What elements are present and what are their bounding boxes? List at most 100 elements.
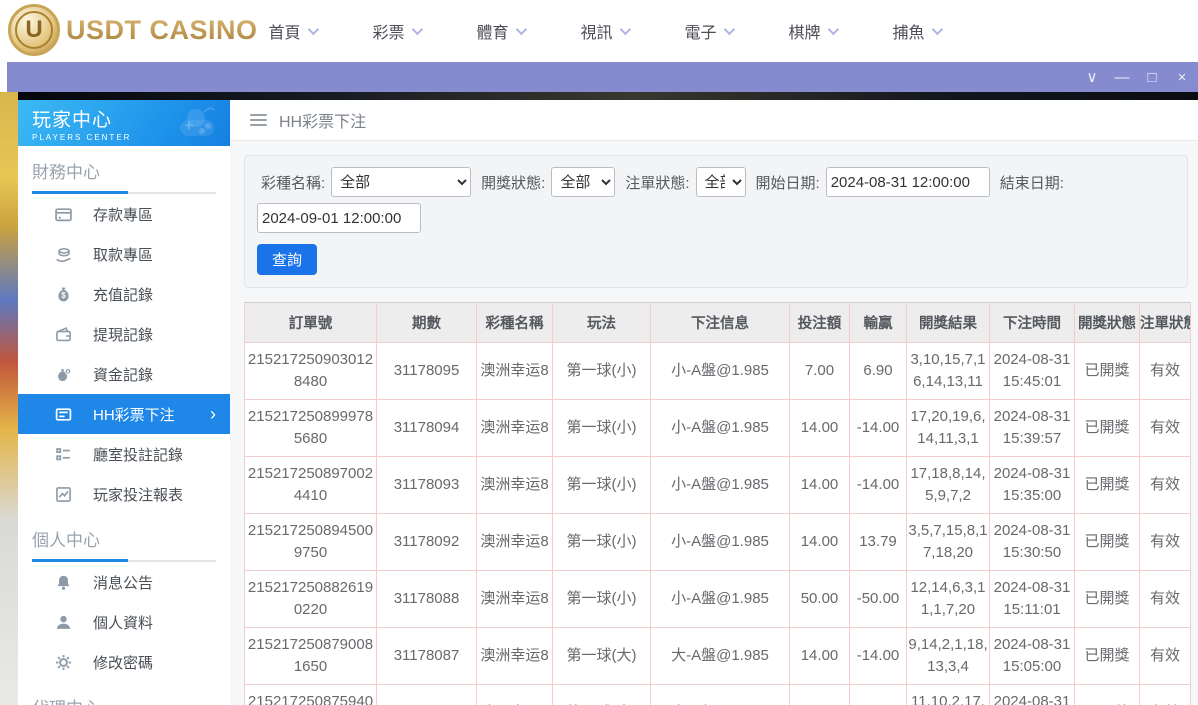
nav-item-label: 彩票 <box>372 25 405 42</box>
sidebar-section-2: 代理中心 <box>18 682 230 705</box>
main-content: HH彩票下注 彩種名稱:全部開獎狀態:全部注單狀態:全部開始日期:結束日期: 查… <box>230 100 1198 705</box>
table-row: 2152172508790081650 31178087 澳洲幸运8 第一球(大) 大-… <box>244 627 1191 685</box>
table-cell: -14.00 <box>849 399 907 457</box>
nav-item-0[interactable]: 首頁 <box>240 19 344 43</box>
recharge-bag-icon: $ <box>55 286 72 303</box>
sidebar-item-label: 充值記錄 <box>93 286 154 304</box>
lottery-bet-icon <box>55 406 72 423</box>
sidebar-item-label: 玩家投注報表 <box>93 486 184 504</box>
table-cell: 2024-08-31 15:11:01 <box>989 570 1075 628</box>
sidebar-item[interactable]: 廳室投註記錄 <box>18 434 230 474</box>
filter-control-wrap-0: 全部 <box>331 167 472 197</box>
table-column-header: 彩種名稱 <box>476 302 553 343</box>
sidebar-item[interactable]: 提現記錄 <box>18 314 230 354</box>
filter-control-wrap-2: 全部 <box>695 167 746 197</box>
sidebar-item-label: 修改密碼 <box>93 654 154 672</box>
filter-label-3: 開始日期: <box>755 174 820 192</box>
sidebar-item-label: HH彩票下注 <box>93 406 175 424</box>
brand[interactable]: U USDT CASINO <box>8 4 258 56</box>
table-row: 215217250875940591031178086澳洲幸运8第一球(大)大-… <box>244 684 1191 705</box>
sidebar-item[interactable]: $ 充值記錄 <box>18 274 230 314</box>
table-cell: 13.79 <box>849 684 907 705</box>
report-icon <box>55 486 72 503</box>
filter-select-0[interactable]: 全部 <box>331 167 472 197</box>
table-column-header: 下注時間 <box>989 302 1075 343</box>
table-cell: 第一球(小) <box>552 399 651 457</box>
table-cell: 大-A盤@1.985 <box>650 684 790 705</box>
table-column-header: 投注額 <box>789 302 850 343</box>
gamepad-icon <box>180 107 215 136</box>
search-button[interactable]: 查詢 <box>257 244 318 275</box>
table-cell: 澳洲幸运8 <box>476 342 553 400</box>
withdraw-hand-icon <box>55 246 72 263</box>
table-cell: -50.00 <box>849 570 907 628</box>
table-cell: 澳洲幸运8 <box>476 627 553 685</box>
table-cell: 有效 <box>1139 513 1191 571</box>
table-cell: 31178086 <box>376 684 477 705</box>
chevron-down-icon <box>931 23 943 36</box>
chevron-down-icon <box>619 23 631 36</box>
filter-date-input-4[interactable] <box>257 203 421 233</box>
minimize-icon[interactable]: — <box>1114 69 1130 86</box>
nav-item-6[interactable]: 捕魚 <box>864 19 968 43</box>
table-cell: 3,5,7,15,8,17,18,20 <box>906 513 990 571</box>
table-cell: 31178093 <box>376 456 477 514</box>
filter-control-wrap-1: 全部 <box>551 167 616 197</box>
sidebar-item[interactable]: 存款專區 <box>18 194 230 234</box>
table-cell: 有效 <box>1139 684 1191 705</box>
table-column-header: 開獎狀態 <box>1074 302 1140 343</box>
nav-item-2[interactable]: 體育 <box>448 19 552 43</box>
sidebar-section-1: 個人中心 <box>18 514 230 562</box>
filter-select-2[interactable]: 全部 <box>695 167 746 197</box>
table-cell: 2152172508999785680 <box>244 399 377 457</box>
close-icon[interactable]: × <box>1174 69 1190 86</box>
nav-item-4[interactable]: 電子 <box>656 19 760 43</box>
table-column-header: 注單狀態 <box>1139 302 1191 343</box>
sidebar-item[interactable]: $ 資金記錄 <box>18 354 230 394</box>
nav-item-label: 首頁 <box>268 25 301 42</box>
table-cell: 7.00 <box>789 342 850 400</box>
sidebar-item-label: 個人資料 <box>93 614 154 632</box>
page-title: HH彩票下注 <box>279 114 367 131</box>
table-cell: 6.90 <box>849 342 907 400</box>
filter-control-wrap-3 <box>825 167 990 197</box>
table-cell: 澳洲幸运8 <box>476 684 553 705</box>
table-cell: 2152172508970024410 <box>244 456 377 514</box>
nav-item-5[interactable]: 棋牌 <box>760 19 864 43</box>
table-cell: 2152172509030128480 <box>244 342 377 400</box>
sidebar-item[interactable]: HH彩票下注 › <box>18 394 230 434</box>
sidebar-item[interactable]: 消息公告 <box>18 562 230 602</box>
sidebar-item[interactable]: 修改密碼 <box>18 642 230 682</box>
filter-label-1: 開獎狀態: <box>481 174 546 192</box>
filter-select-1[interactable]: 全部 <box>551 167 616 197</box>
sidebar-item[interactable]: 玩家投注報表 <box>18 474 230 514</box>
window-titlebar: ∨ — □ × <box>7 62 1198 92</box>
table-cell: 14.00 <box>789 627 850 685</box>
sidebar-item[interactable]: 個人資料 <box>18 602 230 642</box>
filter-date-input-3[interactable] <box>825 167 990 197</box>
table-cell: 小-A盤@1.985 <box>650 456 790 514</box>
sidebar-item[interactable]: 取款專區 <box>18 234 230 274</box>
menu-toggle-icon[interactable] <box>250 114 267 126</box>
gear-icon <box>55 654 72 671</box>
nav-item-3[interactable]: 視訊 <box>552 19 656 43</box>
collapse-icon[interactable]: ∨ <box>1084 68 1100 86</box>
table-cell: -14.00 <box>849 456 907 514</box>
chevron-down-icon <box>827 23 839 36</box>
table-cell: 已開獎 <box>1074 627 1140 685</box>
chevron-down-icon <box>307 23 319 36</box>
maximize-icon[interactable]: □ <box>1144 69 1160 86</box>
table-cell: 有效 <box>1139 399 1191 457</box>
table-cell: 31178094 <box>376 399 477 457</box>
table-cell: 31178087 <box>376 627 477 685</box>
sidebar-section-label: 財務中心 <box>32 163 100 182</box>
table-cell: 已開獎 <box>1074 399 1140 457</box>
nav-item-label: 棋牌 <box>788 25 821 42</box>
table-cell: 第一球(小) <box>552 456 651 514</box>
nav-item-1[interactable]: 彩票 <box>344 19 448 43</box>
table-cell: 有效 <box>1139 342 1191 400</box>
table-cell: 2024-08-31 15:35:00 <box>989 456 1075 514</box>
table-cell: 2024-08-31 14:59:54 <box>989 684 1075 705</box>
sidebar-item-label: 存款專區 <box>93 206 154 224</box>
nav-item-label: 捕魚 <box>892 25 925 42</box>
